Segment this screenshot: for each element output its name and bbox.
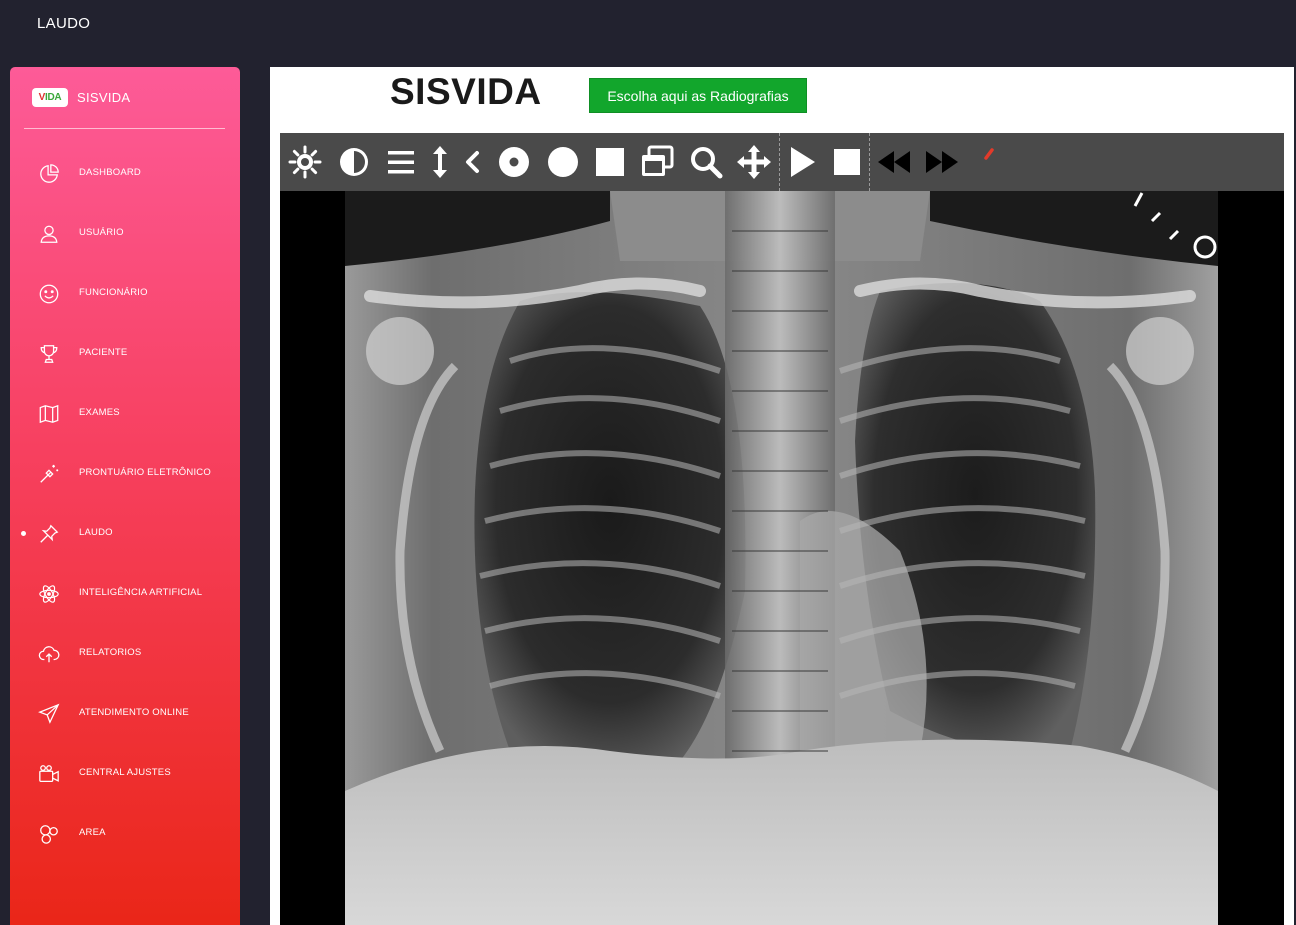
chest-xray-image (280, 191, 1284, 925)
stack-tool[interactable] (637, 142, 677, 182)
annotation-tool[interactable] (970, 142, 1010, 182)
red-mark-icon (984, 148, 994, 160)
sidebar-item-relatorios[interactable]: RELATORIOS (10, 623, 240, 683)
sidebar: V IDA SISVIDA DASHBOARD USUÁRIO FUNCIONÁR… (10, 67, 240, 925)
sidebar-item-dashboard[interactable]: DASHBOARD (10, 143, 240, 203)
ellipse-roi-tool[interactable] (494, 142, 534, 182)
brand-name: SISVIDA (77, 89, 131, 105)
app-title: SISVIDA (390, 71, 542, 112)
sidebar-item-label: LAUDO (79, 527, 113, 538)
contrast-tool[interactable] (334, 142, 374, 182)
sidebar-item-inteligencia-artificial[interactable]: INTELIGÊNCIA ARTIFICIAL (10, 563, 240, 623)
map-icon (39, 404, 59, 424)
previous-tool[interactable] (453, 142, 493, 182)
zoom-tool[interactable] (686, 142, 726, 182)
brand-logo: V IDA (32, 87, 68, 107)
sidebar-nav: DASHBOARD USUÁRIO FUNCIONÁRIO PACIENTE E… (10, 143, 240, 863)
contrast-icon (340, 148, 368, 176)
brightness-tool[interactable] (285, 142, 325, 182)
rectangle-tool[interactable] (590, 142, 630, 182)
sidebar-item-label: USUÁRIO (79, 227, 124, 238)
fast-forward-icon (926, 151, 958, 173)
top-bar: LAUDO (0, 0, 1296, 64)
paper-plane-icon (38, 703, 60, 724)
sidebar-item-laudo[interactable]: LAUDO (10, 503, 240, 563)
chevron-left-icon (466, 151, 479, 173)
sidebar-item-usuario[interactable]: USUÁRIO (10, 203, 240, 263)
pie-chart-icon (40, 164, 59, 183)
atom-icon (39, 585, 59, 603)
move-icon (737, 145, 771, 179)
circles-icon (40, 825, 58, 844)
brand[interactable]: V IDA SISVIDA (32, 85, 130, 109)
magic-wand-icon (40, 464, 59, 483)
menu-lines-icon (388, 151, 414, 174)
ring-icon (499, 147, 529, 177)
stop-icon (834, 149, 860, 175)
cloud-upload-icon (38, 646, 60, 663)
sidebar-item-area[interactable]: AREA (10, 803, 240, 863)
sidebar-item-label: DASHBOARD (79, 167, 141, 178)
divider (24, 128, 225, 129)
choose-radiographs-button[interactable]: Escolha aqui as Radiografias (589, 78, 807, 113)
pan-tool[interactable] (734, 142, 774, 182)
rewind-icon (878, 151, 910, 173)
sidebar-item-exames[interactable]: EXAMES (10, 383, 240, 443)
magnifier-icon (691, 147, 723, 179)
video-camera-icon (39, 765, 59, 782)
play-icon (791, 147, 815, 177)
fast-forward-tool[interactable] (922, 142, 962, 182)
circle-tool[interactable] (543, 142, 583, 182)
trophy-icon (40, 345, 58, 363)
radiograph-viewer[interactable] (280, 191, 1284, 925)
smiley-icon (39, 284, 59, 304)
sidebar-item-atendimento-online[interactable]: ATENDIMENTO ONLINE (10, 683, 240, 743)
sidebar-item-label: INTELIGÊNCIA ARTIFICIAL (79, 587, 203, 598)
active-indicator (21, 531, 26, 536)
sidebar-item-funcionario[interactable]: FUNCIONÁRIO (10, 263, 240, 323)
menu-tool[interactable] (381, 142, 421, 182)
circle-icon (548, 147, 578, 177)
page-title: LAUDO (37, 15, 91, 32)
square-icon (596, 148, 624, 176)
sidebar-item-label: ATENDIMENTO ONLINE (79, 707, 189, 718)
sidebar-item-label: PACIENTE (79, 347, 128, 358)
sidebar-item-central-ajustes[interactable]: CENTRAL AJUSTES (10, 743, 240, 803)
sidebar-item-label: PRONTUÁRIO ELETRÔNICO (79, 467, 211, 478)
toolbar-separator (779, 133, 780, 191)
sidebar-item-label: RELATORIOS (79, 647, 142, 658)
sidebar-item-label: CENTRAL AJUSTES (79, 767, 171, 778)
main-content: SISVIDA Escolha aqui as Radiografias (270, 67, 1294, 925)
layers-icon (642, 145, 674, 176)
stop-tool[interactable] (827, 142, 867, 182)
pin-icon (40, 524, 59, 543)
rewind-tool[interactable] (874, 142, 914, 182)
user-icon (40, 225, 58, 243)
play-tool[interactable] (782, 142, 822, 182)
toolbar-separator (869, 133, 870, 191)
sidebar-item-prontuario[interactable]: PRONTUÁRIO ELETRÔNICO (10, 443, 240, 503)
sidebar-item-label: EXAMES (79, 407, 120, 418)
sidebar-item-label: FUNCIONÁRIO (79, 287, 148, 298)
sidebar-item-label: AREA (79, 827, 106, 838)
viewer-toolbar (280, 133, 1284, 191)
sidebar-item-paciente[interactable]: PACIENTE (10, 323, 240, 383)
brightness-icon (288, 145, 322, 179)
